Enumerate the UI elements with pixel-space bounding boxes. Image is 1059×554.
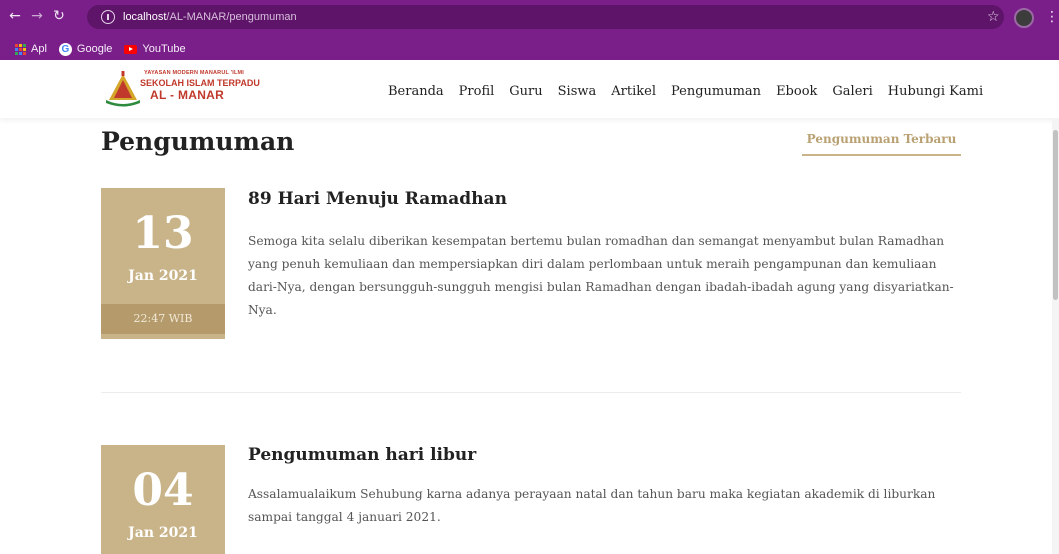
browser-nav: ← → ↻: [7, 7, 67, 25]
logo-name-text: AL - MANAR: [150, 88, 225, 102]
nav-profil[interactable]: Profil: [459, 84, 495, 99]
bookmark-label: YouTube: [142, 43, 186, 55]
url-path: /AL-MANAR/pengumuman: [166, 11, 297, 23]
bookmarks-bar: Apl G Google YouTube: [0, 38, 1059, 60]
mosque-emblem-icon: [106, 71, 140, 107]
nav-galeri[interactable]: Galeri: [832, 84, 872, 99]
nav-siswa[interactable]: Siswa: [558, 84, 597, 99]
info-icon[interactable]: [101, 10, 115, 24]
nav-guru[interactable]: Guru: [509, 84, 542, 99]
nav-pengumuman[interactable]: Pengumuman: [671, 84, 761, 99]
address-bar[interactable]: localhost/AL-MANAR/pengumuman: [87, 5, 1004, 29]
bookmark-youtube[interactable]: YouTube: [124, 43, 186, 55]
tab-label: Pengumuman Terbaru: [806, 132, 957, 146]
post-time: 22:47 WIB: [101, 304, 225, 334]
post-date-box: 13 Jan 2021 22:47 WIB: [101, 188, 225, 339]
logo-foundation-text: YAYASAN MODERN MANARUL 'ILMI: [144, 70, 245, 76]
scrollbar-thumb[interactable]: [1053, 130, 1058, 300]
youtube-icon: [124, 44, 138, 54]
google-icon: G: [58, 42, 72, 56]
page-title: Pengumuman: [101, 127, 295, 156]
site-header: YAYASAN MODERN MANARUL 'ILMI SEKOLAH ISL…: [0, 60, 1059, 118]
post-title[interactable]: Pengumuman hari libur: [248, 445, 476, 465]
tab-latest-announcements[interactable]: Pengumuman Terbaru: [802, 126, 961, 156]
post-day: 04: [132, 465, 194, 516]
post-month: Jan 2021: [128, 525, 198, 541]
bookmark-label: Google: [76, 43, 113, 55]
browser-menu-icon[interactable]: ⋮: [1045, 8, 1059, 26]
apps-grid-icon: [15, 43, 26, 55]
bookmark-label: Apl: [31, 43, 47, 55]
nav-ebook[interactable]: Ebook: [776, 84, 817, 99]
bookmark-star-icon[interactable]: ☆: [987, 10, 1000, 24]
post-day: 13: [132, 208, 194, 259]
nav-hubungi-kami[interactable]: Hubungi Kami: [888, 84, 983, 99]
bookmark-google[interactable]: G Google: [58, 42, 113, 56]
logo-school-text: SEKOLAH ISLAM TERPADU: [140, 78, 260, 88]
nav-artikel[interactable]: Artikel: [611, 84, 656, 99]
post-title[interactable]: 89 Hari Menuju Ramadhan: [248, 189, 507, 209]
forward-arrow-icon[interactable]: →: [29, 7, 45, 25]
url-host: localhost: [123, 11, 167, 23]
post-month: Jan 2021: [128, 268, 198, 284]
main-nav: Beranda Profil Guru Siswa Artikel Pengum…: [388, 84, 998, 99]
browser-toolbar: ← → ↻ localhost/AL-MANAR/pengumuman ☆ ⋮: [0, 0, 1059, 38]
profile-avatar[interactable]: [1014, 8, 1034, 28]
post-date-box: 04 Jan 2021: [101, 445, 225, 554]
reload-icon[interactable]: ↻: [51, 7, 67, 25]
bookmark-apps[interactable]: Apl: [15, 43, 47, 55]
nav-beranda[interactable]: Beranda: [388, 84, 444, 99]
back-arrow-icon[interactable]: ←: [7, 7, 23, 25]
post-body: Semoga kita selalu diberikan kesempatan …: [248, 234, 954, 317]
post-body: Assalamualaikum Sehubung karna adanya pe…: [248, 487, 936, 524]
post-divider: [101, 392, 961, 393]
site-logo[interactable]: YAYASAN MODERN MANARUL 'ILMI SEKOLAH ISL…: [104, 68, 264, 112]
url-text[interactable]: localhost/AL-MANAR/pengumuman: [123, 11, 297, 23]
